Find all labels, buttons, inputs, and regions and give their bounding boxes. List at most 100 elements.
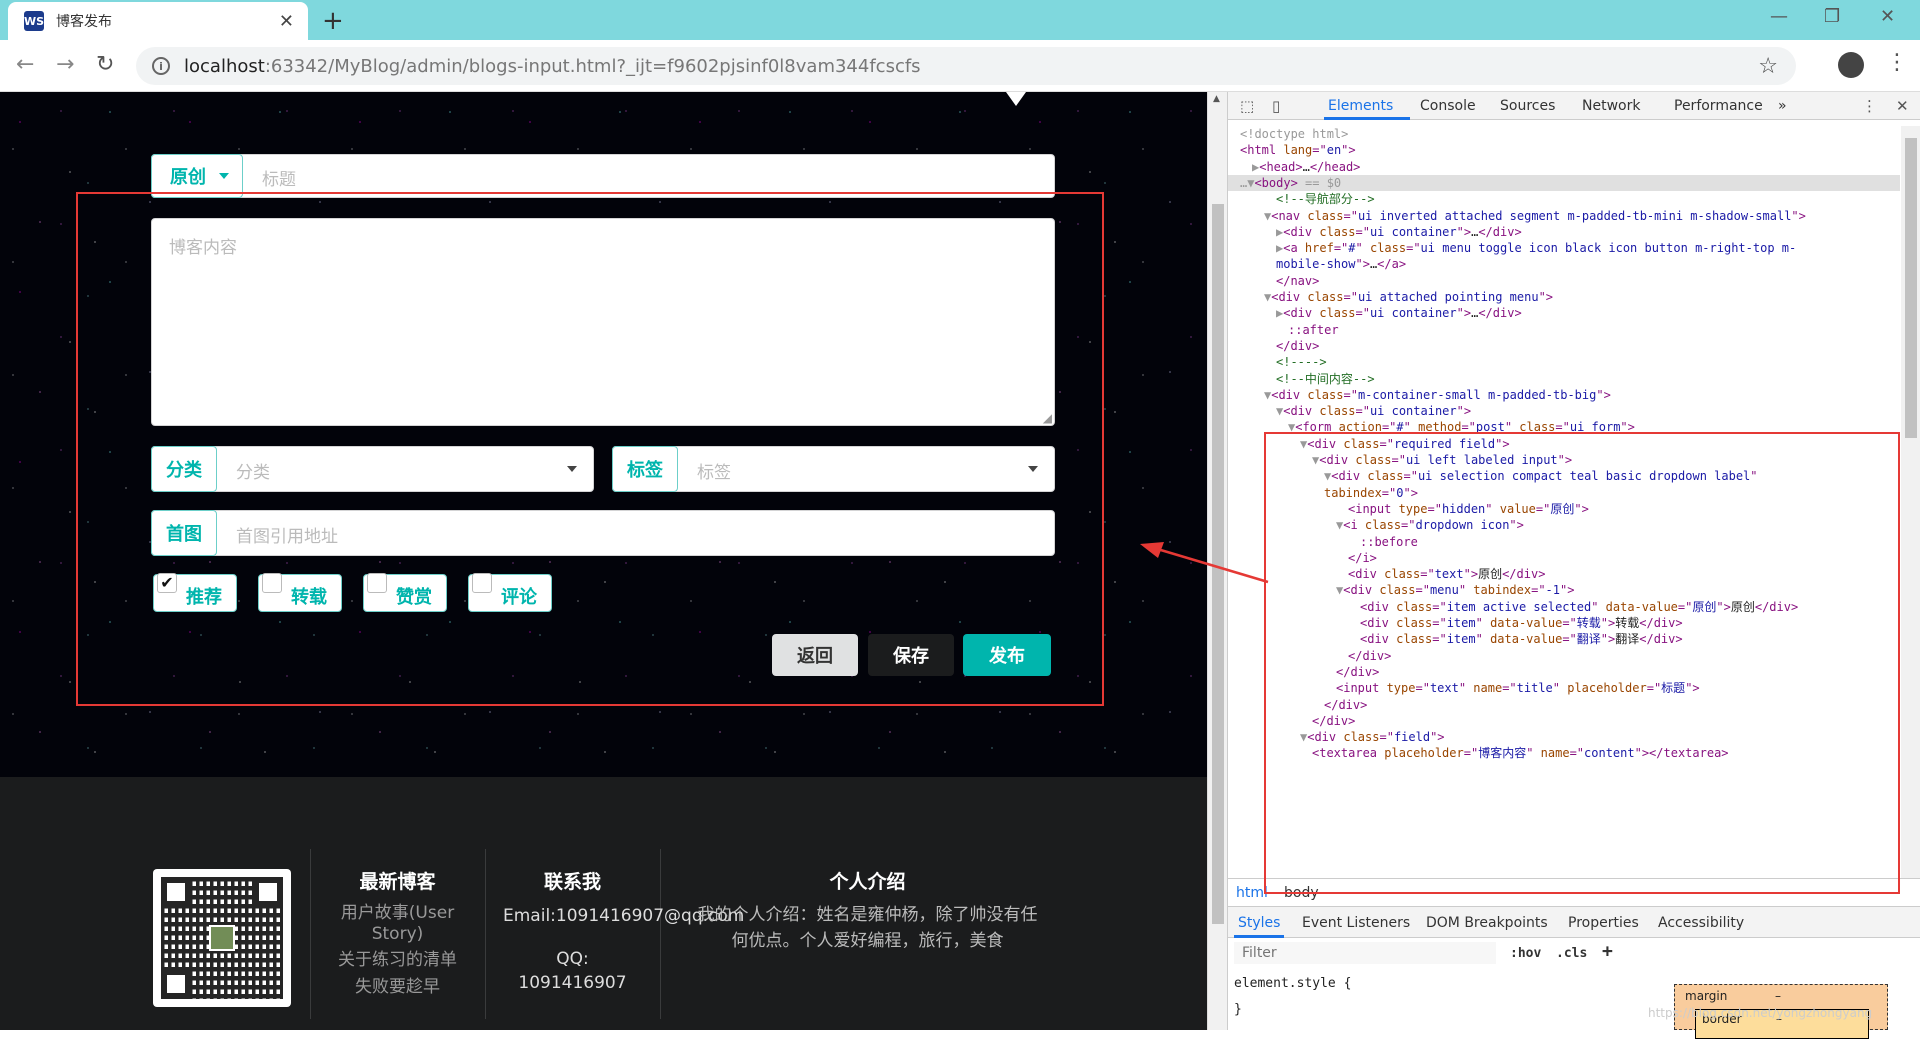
dom-node-line[interactable]: ▶<div class="ui container">…</div> (1276, 224, 1522, 240)
box-margin-label: margin (1685, 989, 1728, 1003)
dom-node-line[interactable]: ▼<div class="ui container"> (1276, 403, 1471, 419)
contact-heading: 联系我 (543, 871, 601, 893)
dom-node-line[interactable]: ▶<a href="#" class="ui menu toggle icon … (1276, 240, 1796, 256)
dom-token: class (1307, 208, 1344, 223)
dom-token: class (1319, 224, 1356, 239)
dom-token: "> (1538, 290, 1554, 304)
dom-node-line[interactable]: <!--导航部分--> (1276, 191, 1375, 207)
dom-token: <nav (1271, 208, 1308, 223)
active-tab-indicator (1324, 117, 1410, 120)
tab-network[interactable]: Network (1582, 98, 1640, 114)
tab-sources[interactable]: Sources (1500, 98, 1555, 114)
scroll-up-icon[interactable]: ▲ (1213, 94, 1220, 104)
more-icon[interactable]: ⋮ (1886, 50, 1908, 75)
tab-properties[interactable]: Properties (1568, 915, 1639, 931)
dom-node-line[interactable]: mobile-show">…</a> (1276, 256, 1406, 272)
dom-token: =" (1406, 241, 1421, 256)
page-footer: 最新博客 用户故事(User Story) 关于练习的清单 失败要趁早 联系我 … (0, 777, 1207, 1030)
dom-node-line[interactable]: <html lang="en"> (1240, 142, 1356, 158)
dom-node-line[interactable]: ::after (1288, 322, 1339, 338)
title-input[interactable]: 标题 (262, 165, 296, 190)
tab-performance[interactable]: Performance (1674, 98, 1763, 114)
add-rule-icon[interactable]: + (1602, 941, 1613, 962)
tab-elements[interactable]: Elements (1328, 98, 1393, 114)
dom-node-line[interactable]: ▼<nav class="ui inverted attached segmen… (1264, 208, 1806, 224)
qr-pattern (161, 877, 283, 999)
dom-token: "> (1341, 143, 1356, 158)
dom-token: <!----> (1276, 355, 1327, 370)
dom-node-line[interactable]: ▶<head>…</head> (1252, 159, 1360, 175)
intro-text-line: 我的个人介绍：姓名是雍仲杨，除了帅没有任 (697, 905, 1038, 925)
dom-node-line[interactable]: </nav> (1276, 273, 1319, 289)
dom-token: =" (1312, 143, 1327, 158)
scrollbar-thumb[interactable] (1905, 138, 1917, 438)
tab-console[interactable]: Console (1420, 98, 1476, 114)
new-tab-icon[interactable]: + (322, 6, 344, 36)
dom-token: "> (1456, 224, 1472, 239)
dom-token: ui menu toggle icon black icon button m-… (1420, 241, 1797, 256)
dom-token: … (1302, 159, 1310, 174)
filter-input[interactable] (1234, 942, 1496, 964)
latest-blog-link[interactable]: 失败要趁早 (320, 977, 475, 998)
dom-token: </nav> (1276, 273, 1320, 288)
tab-accessibility[interactable]: Accessibility (1658, 915, 1744, 931)
dom-token: == $0 (1297, 175, 1342, 190)
browser-tab[interactable]: WS 博客发布 ✕ (8, 2, 308, 40)
dom-scrollbar[interactable] (1901, 126, 1920, 878)
dom-token: <body> (1254, 175, 1298, 190)
device-toolbar-icon[interactable]: ▯ (1272, 97, 1280, 115)
devtools-close-icon[interactable]: ✕ (1896, 97, 1909, 115)
reload-icon[interactable]: ↻ (96, 52, 114, 77)
element-style-rule[interactable]: element.style { (1234, 976, 1351, 991)
devtools-menu-icon[interactable]: ⋮ (1862, 97, 1877, 115)
dom-node-line[interactable]: ▶<div class="ui container">…</div> (1276, 305, 1522, 321)
hov-toggle[interactable]: :hov (1510, 946, 1541, 961)
dom-node-line[interactable]: ▼<div class="m-container-small m-padded-… (1264, 387, 1611, 403)
latest-blog-link[interactable]: Story) (320, 924, 475, 945)
more-tabs-icon[interactable]: » (1778, 98, 1787, 114)
back-arrow-icon[interactable]: ← (16, 52, 34, 77)
dom-node-line[interactable]: <!----> (1276, 354, 1327, 370)
dom-token: ui container (1369, 224, 1457, 239)
window-close-icon[interactable]: ✕ (1880, 6, 1895, 27)
element-style-close: } (1234, 1002, 1242, 1017)
forward-arrow-icon[interactable]: → (56, 52, 74, 77)
dom-token: <div (1283, 224, 1320, 239)
cls-toggle[interactable]: .cls (1556, 946, 1587, 961)
url-field[interactable]: i localhost :63342/MyBlog/admin/blogs-in… (136, 47, 1796, 85)
annotation-arrow (1140, 542, 1269, 584)
latest-blog-link[interactable]: 用户故事(User (320, 903, 475, 924)
dom-token: </head> (1309, 159, 1361, 174)
browser-tab-bar: WS 博客发布 ✕ + — ❐ ✕ (0, 0, 1920, 40)
profile-icon[interactable] (1838, 52, 1864, 78)
dom-node-line[interactable]: …▼<body> == $0 (1240, 175, 1341, 191)
dom-token: =" (1343, 290, 1358, 304)
dom-token: <div (1271, 290, 1308, 304)
dom-token: </div> (1276, 338, 1320, 353)
minimize-icon[interactable]: — (1770, 6, 1788, 27)
page-viewport: 原创 标题 博客内容 ◢ 分类 分类 标签 标签 首图 首图引用地址 ✔ 推荐 … (0, 92, 1207, 1030)
dom-node-line[interactable]: </div> (1276, 338, 1319, 354)
dom-token: href (1304, 241, 1334, 256)
tab-title: 博客发布 (56, 14, 112, 30)
styles-filter-row: :hov .cls + (1228, 938, 1658, 968)
maximize-icon[interactable]: ❐ (1824, 6, 1840, 27)
info-icon[interactable]: i (152, 57, 170, 75)
tab-dom-breakpoints[interactable]: DOM Breakpoints (1426, 915, 1548, 931)
styles-tabbar: Styles Event Listeners DOM Breakpoints P… (1228, 906, 1920, 938)
footer-divider (310, 849, 311, 1019)
dom-node-line[interactable]: ▼<div class="ui attached pointing menu"> (1264, 289, 1553, 305)
tab-event-listeners[interactable]: Event Listeners (1302, 915, 1410, 931)
close-icon[interactable]: ✕ (279, 11, 294, 32)
dom-token: en (1326, 143, 1342, 158)
latest-blog-link[interactable]: 关于练习的清单 (320, 950, 475, 971)
webstorm-icon: WS (24, 11, 44, 31)
dom-node-line[interactable]: <!doctype html> (1240, 126, 1348, 142)
inspect-icon[interactable]: ⬚ (1240, 97, 1254, 115)
tab-styles[interactable]: Styles (1238, 915, 1280, 931)
star-icon[interactable]: ☆ (1758, 54, 1778, 79)
dom-token: "> (1355, 257, 1370, 272)
dom-node-line[interactable]: <!--中间内容--> (1276, 371, 1375, 387)
dom-token: "> (1791, 208, 1806, 223)
dom-token: ui inverted attached segment m-padded-tb… (1357, 208, 1792, 223)
